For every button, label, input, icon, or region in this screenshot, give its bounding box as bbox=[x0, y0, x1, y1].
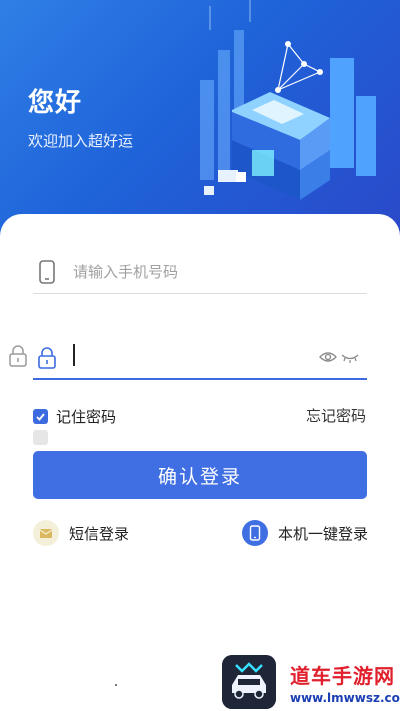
onekey-login-option[interactable]: 本机一键登录 bbox=[242, 520, 368, 546]
mobile-phone-icon bbox=[242, 520, 268, 546]
decorative-dot bbox=[115, 684, 117, 686]
greeting-title: 您好 bbox=[28, 88, 83, 118]
confirm-login-button[interactable]: 确认登录 bbox=[33, 451, 367, 499]
watermark-url: www.lmwwsz.com bbox=[290, 690, 400, 705]
phone-input[interactable] bbox=[73, 258, 313, 286]
message-icon bbox=[33, 520, 59, 546]
onekey-login-label: 本机一键登录 bbox=[278, 524, 369, 543]
checkbox-placeholder bbox=[33, 430, 48, 445]
watermark-name: 道车手游网 bbox=[290, 663, 395, 688]
phone-field[interactable] bbox=[33, 250, 367, 294]
check-icon bbox=[36, 413, 45, 421]
eye-closed-icon[interactable] bbox=[341, 350, 359, 364]
hero-banner: 您好 欢迎加入超好运 bbox=[0, 0, 400, 240]
password-input[interactable] bbox=[73, 344, 313, 372]
password-field[interactable] bbox=[33, 336, 367, 380]
welcome-subtitle: 欢迎加入超好运 bbox=[28, 132, 134, 150]
warehouse-illustration bbox=[200, 0, 376, 200]
remember-password[interactable]: 记住密码 bbox=[33, 406, 116, 427]
remember-label: 记住密码 bbox=[56, 408, 117, 426]
phone-icon bbox=[39, 260, 55, 284]
site-watermark: 道车手游网 www.lmwwsz.com bbox=[222, 655, 400, 709]
remember-checkbox[interactable] bbox=[33, 409, 48, 424]
sms-login-option[interactable]: 短信登录 bbox=[33, 520, 129, 546]
lock-icon bbox=[9, 345, 27, 367]
forgot-password-link[interactable]: 忘记密码 bbox=[306, 405, 366, 426]
eye-icon[interactable] bbox=[319, 350, 337, 364]
sms-login-label: 短信登录 bbox=[69, 524, 130, 543]
watermark-logo-icon bbox=[222, 655, 276, 709]
lock-icon bbox=[38, 347, 56, 369]
